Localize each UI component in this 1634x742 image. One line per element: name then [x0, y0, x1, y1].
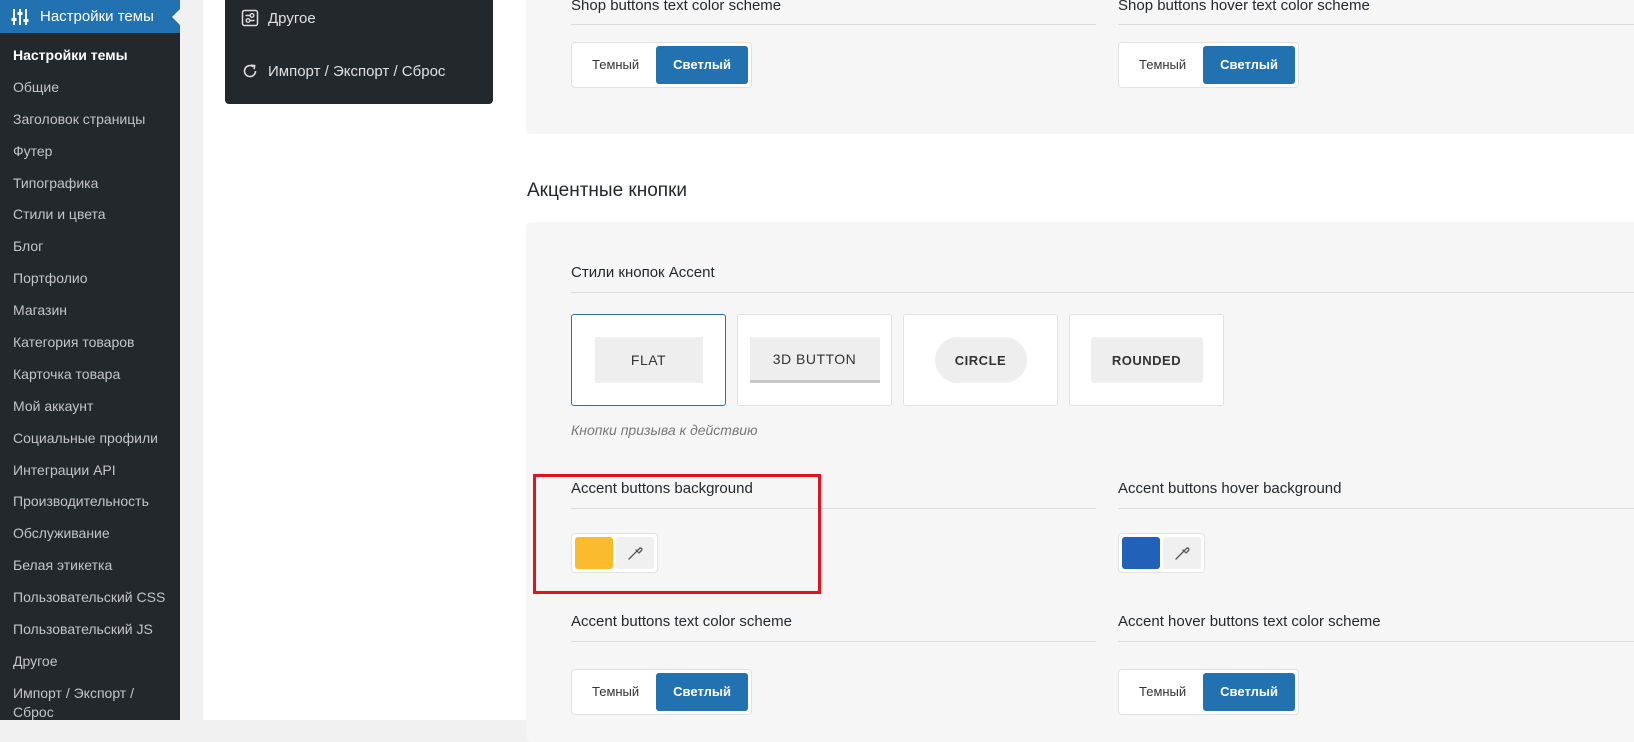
theme-nav-item-import-export-label: Импорт / Экспорт / Сброс	[268, 62, 446, 80]
divider	[1118, 508, 1634, 509]
shop-text-scheme-dark-option[interactable]: Темный	[575, 46, 656, 84]
divider	[1118, 24, 1634, 25]
accent-text-scheme-label: Accent buttons text color scheme	[571, 613, 792, 630]
submenu-item-social-profiles[interactable]: Социальные профили	[0, 423, 180, 455]
accent-hover-bg-eyedropper-button[interactable]	[1163, 537, 1201, 569]
admin-submenu: Настройки темы Общие Заголовок страницы …	[0, 40, 180, 722]
theme-nav-item-other[interactable]: Другое	[241, 9, 316, 27]
content-area: Другое Импорт / Экспорт / Сброс Shop but…	[180, 0, 1634, 742]
submenu-item-product-category[interactable]: Категория товаров	[0, 327, 180, 359]
divider	[1118, 641, 1634, 642]
admin-menu-theme-settings[interactable]: Настройки темы	[0, 0, 180, 33]
sliders-icon	[11, 8, 29, 25]
accent-hover-text-scheme-light-option[interactable]: Светлый	[1203, 673, 1295, 711]
accent-hover-bg-color-swatch[interactable]	[1122, 537, 1160, 569]
accent-text-scheme-toggle: Темный Светлый	[571, 669, 752, 715]
shop-text-scheme-light-option[interactable]: Светлый	[656, 46, 748, 84]
submenu-item-page-title[interactable]: Заголовок страницы	[0, 104, 180, 136]
accent-hover-text-scheme-toggle: Темный Светлый	[1118, 669, 1299, 715]
shop-hover-text-scheme-label: Shop buttons hover text color scheme	[1118, 0, 1370, 14]
submenu-item-custom-css[interactable]: Пользовательский CSS	[0, 582, 180, 614]
style-sample-rounded: ROUNDED	[1090, 337, 1203, 383]
theme-options-nav: Другое Импорт / Экспорт / Сброс	[225, 0, 493, 104]
accent-text-scheme-field: Accent buttons text color scheme	[571, 613, 1096, 642]
submenu-item-custom-js[interactable]: Пользовательский JS	[0, 614, 180, 646]
divider	[571, 292, 1634, 293]
submenu-item-footer[interactable]: Футер	[0, 136, 180, 168]
accent-section-title: Акцентные кнопки	[527, 180, 687, 201]
accent-hover-text-scheme-label: Accent hover buttons text color scheme	[1118, 613, 1381, 630]
submenu-item-my-account[interactable]: Мой аккаунт	[0, 391, 180, 423]
shop-text-scheme-label: Shop buttons text color scheme	[571, 0, 782, 14]
submenu-item-shop[interactable]: Магазин	[0, 295, 180, 327]
accent-text-scheme-light-option[interactable]: Светлый	[656, 673, 748, 711]
shop-text-scheme-toggle: Темный Светлый	[571, 42, 752, 88]
divider	[571, 24, 1096, 25]
theme-nav-item-other-label: Другое	[268, 9, 316, 27]
sliders-box-icon	[241, 9, 259, 27]
divider	[571, 641, 1096, 642]
accent-styles-label: Стили кнопок Accent	[571, 264, 715, 281]
style-sample-flat: FLAT	[594, 337, 703, 383]
admin-sidebar: Настройки темы Настройки темы Общие Заго…	[0, 0, 180, 720]
theme-nav-item-import-export[interactable]: Импорт / Экспорт / Сброс	[241, 62, 445, 80]
submenu-item-theme-settings[interactable]: Настройки темы	[0, 40, 180, 72]
submenu-item-typography[interactable]: Типографика	[0, 168, 180, 200]
shop-text-scheme-field: Shop buttons text color scheme	[571, 0, 1096, 25]
admin-menu-theme-settings-label: Настройки темы	[40, 8, 154, 25]
submenu-item-styles-colors[interactable]: Стили и цвета	[0, 199, 180, 231]
accent-hover-bg-field: Accent buttons hover background	[1118, 480, 1634, 509]
submenu-item-performance[interactable]: Производительность	[0, 486, 180, 518]
highlight-annotation-box	[533, 474, 821, 594]
style-sample-circle: CIRCLE	[934, 337, 1027, 383]
accent-styles-hint: Кнопки призыва к действию	[571, 422, 758, 438]
submenu-item-blog[interactable]: Блог	[0, 231, 180, 263]
shop-hover-text-scheme-light-option[interactable]: Светлый	[1203, 46, 1295, 84]
submenu-item-white-label[interactable]: Белая этикетка	[0, 550, 180, 582]
eyedropper-icon	[1175, 547, 1190, 560]
submenu-item-api-integrations[interactable]: Интеграции API	[0, 455, 180, 487]
accent-text-scheme-dark-option[interactable]: Темный	[575, 673, 656, 711]
submenu-item-import-export[interactable]: Импорт / Экспорт / Сброс	[0, 678, 180, 722]
submenu-item-product-card[interactable]: Карточка товара	[0, 359, 180, 391]
accent-hover-text-scheme-dark-option[interactable]: Темный	[1122, 673, 1203, 711]
style-sample-3d-button: 3D BUTTON	[749, 337, 880, 383]
style-option-circle[interactable]: CIRCLE	[903, 314, 1058, 406]
accent-hover-bg-color-picker	[1118, 533, 1205, 573]
accent-styles-field: Стили кнопок Accent	[571, 264, 1634, 293]
submenu-item-portfolio[interactable]: Портфолио	[0, 263, 180, 295]
style-option-rounded[interactable]: ROUNDED	[1069, 314, 1224, 406]
style-option-flat[interactable]: FLAT	[571, 314, 726, 406]
accent-hover-bg-label: Accent buttons hover background	[1118, 480, 1342, 497]
submenu-item-maintenance[interactable]: Обслуживание	[0, 518, 180, 550]
shop-hover-text-scheme-dark-option[interactable]: Темный	[1122, 46, 1203, 84]
accent-hover-text-scheme-field: Accent hover buttons text color scheme	[1118, 613, 1634, 642]
shop-hover-text-scheme-field: Shop buttons hover text color scheme	[1118, 0, 1634, 25]
submenu-item-other[interactable]: Другое	[0, 646, 180, 678]
style-option-3d-button[interactable]: 3D BUTTON	[737, 314, 892, 406]
refresh-icon	[243, 64, 257, 78]
shop-hover-text-scheme-toggle: Темный Светлый	[1118, 42, 1299, 88]
submenu-item-general[interactable]: Общие	[0, 72, 180, 104]
